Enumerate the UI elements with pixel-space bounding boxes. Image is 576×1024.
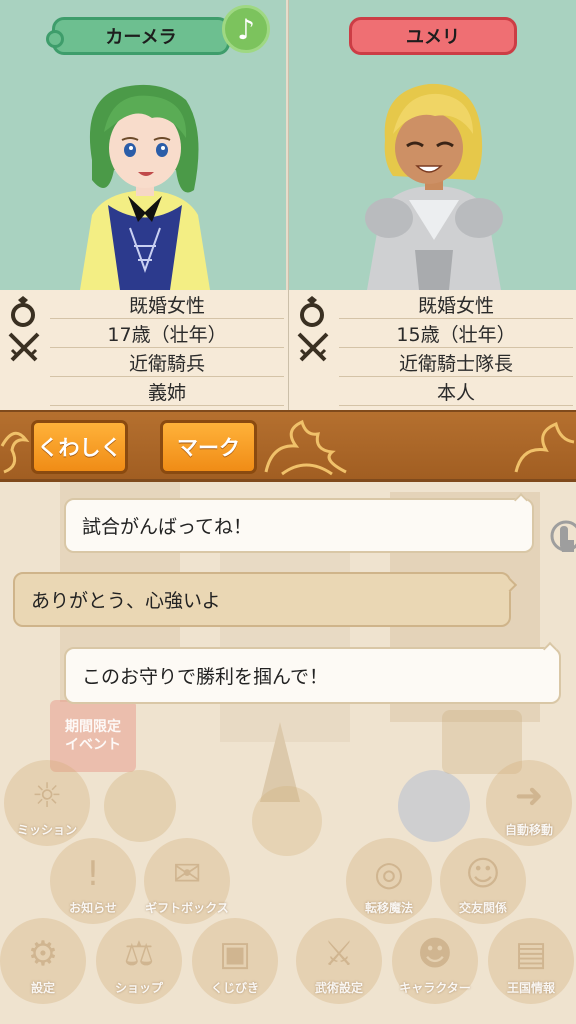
menu-martial-settings[interactable]: ⚔ 武術設定: [296, 918, 382, 1004]
menu-character-label: キャラクター: [399, 981, 471, 995]
menu-friends[interactable]: ☺ 交友関係: [440, 838, 526, 924]
auto-move-icon: ➜: [514, 776, 544, 816]
menu-gift-box[interactable]: ✉ ギフトボックス: [144, 838, 230, 924]
menu-martial-settings-label: 武術設定: [314, 981, 363, 995]
chat-message-text: ありがとう、心強いよ: [31, 590, 221, 612]
right-age: 15歳（壮年）: [339, 320, 573, 348]
right-relation: 本人: [339, 378, 573, 406]
ornament-right-icon: [514, 421, 575, 473]
chat-message: このお守りで勝利を掴んで！: [64, 641, 561, 704]
help-icon[interactable]: [104, 770, 176, 842]
menu-settings-label: 設定: [30, 981, 55, 995]
map-icon[interactable]: [398, 770, 470, 842]
notice-icon: !: [86, 854, 100, 894]
chat-message-text: このお守りで勝利を掴んで！: [82, 666, 329, 688]
kingdom-icon: ▤: [514, 934, 548, 974]
right-character-name[interactable]: ユメリ: [349, 17, 517, 55]
limited-event-badge[interactable]: 期間限定 イベント: [50, 700, 136, 772]
right-character-info: 既婚女性 15歳（壮年） 近衛騎士隊長 本人: [289, 290, 576, 410]
menu-settings[interactable]: ⚙ 設定: [0, 918, 86, 1004]
menu-notice[interactable]: ! お知らせ: [50, 838, 136, 924]
left-age: 17歳（壮年）: [50, 320, 284, 348]
menu-shop[interactable]: ⚖ ショップ: [96, 918, 182, 1004]
gift-box-icon: ✉: [172, 854, 202, 894]
menu-notice-label: お知らせ: [69, 901, 117, 915]
chat-message: 試合がんばってね！: [64, 492, 534, 553]
event-badge-line2: イベント: [65, 737, 121, 753]
menu-lottery[interactable]: ▣ くじびき: [192, 918, 278, 1004]
details-button[interactable]: くわしく: [31, 420, 128, 474]
character-panels: カーメラ ♪ 既婚女性 17歳（壮年） 近衛騎兵 義姉 ユメリ 既婚女性 15歳…: [0, 0, 576, 410]
menu-mission[interactable]: ☼ ミッション: [4, 760, 90, 846]
character-icon: ☻: [417, 934, 453, 974]
crossed-swords-icon: [297, 332, 329, 362]
right-character-panel[interactable]: ユメリ 既婚女性 15歳（壮年） 近衛騎士隊長 本人: [288, 0, 576, 410]
left-relation: 義姉: [50, 378, 284, 406]
lottery-icon: ▣: [218, 934, 252, 974]
left-occupation: 近衛騎兵: [50, 349, 284, 377]
menu-teleport-label: 転移魔法: [364, 901, 413, 915]
right-marital-status: 既婚女性: [339, 291, 573, 319]
menu-lottery-label: くじびき: [210, 981, 259, 995]
ornament-center-icon: [264, 419, 347, 476]
menu-teleport[interactable]: ◎ 転移魔法: [346, 838, 432, 924]
menu-auto-move-label: 自動移動: [504, 823, 553, 837]
menu-mission-label: ミッション: [16, 823, 77, 837]
tap-hand-icon[interactable]: [546, 516, 576, 556]
mark-button[interactable]: マーク: [160, 420, 257, 474]
event-badge-line1: 期間限定: [65, 719, 121, 735]
ring-icon: [11, 296, 35, 327]
left-character-name[interactable]: カーメラ: [46, 17, 230, 55]
mission-icon: ☼: [31, 776, 63, 816]
left-character-panel[interactable]: カーメラ ♪ 既婚女性 17歳（壮年） 近衛騎兵 義姉: [0, 0, 288, 410]
menu-friends-label: 交友関係: [458, 901, 507, 915]
gear-icon: ⚙: [27, 934, 59, 974]
weapon-icon: ⚔: [323, 934, 355, 974]
ring-icon: [300, 296, 324, 327]
chat-message: ありがとう、心強いよ: [13, 572, 518, 627]
shop-icon: ⚖: [123, 934, 155, 974]
menu-auto-move[interactable]: ➜ 自動移動: [486, 760, 572, 846]
friends-icon: ☺: [465, 854, 501, 894]
menu-shop-label: ショップ: [114, 981, 163, 995]
menu-character[interactable]: ☻ キャラクター: [392, 918, 478, 1004]
action-bar: くわしく マーク: [0, 410, 576, 482]
scroll-down-icon[interactable]: [252, 786, 322, 856]
menu-kingdom-info-label: 王国情報: [506, 981, 555, 995]
left-character-info: 既婚女性 17歳（壮年） 近衛騎兵 義姉: [0, 290, 288, 410]
crossed-swords-icon: [8, 332, 40, 362]
ornament-left-icon: [0, 431, 30, 474]
chat-message-text: 試合がんばってね！: [82, 516, 253, 538]
menu-kingdom-info[interactable]: ▤ 王国情報: [488, 918, 574, 1004]
left-marital-status: 既婚女性: [50, 291, 284, 319]
teleport-icon: ◎: [374, 854, 404, 894]
music-note-icon[interactable]: ♪: [222, 5, 270, 53]
menu-gift-box-label: ギフトボックス: [145, 901, 229, 915]
right-occupation: 近衛騎士隊長: [339, 349, 573, 377]
